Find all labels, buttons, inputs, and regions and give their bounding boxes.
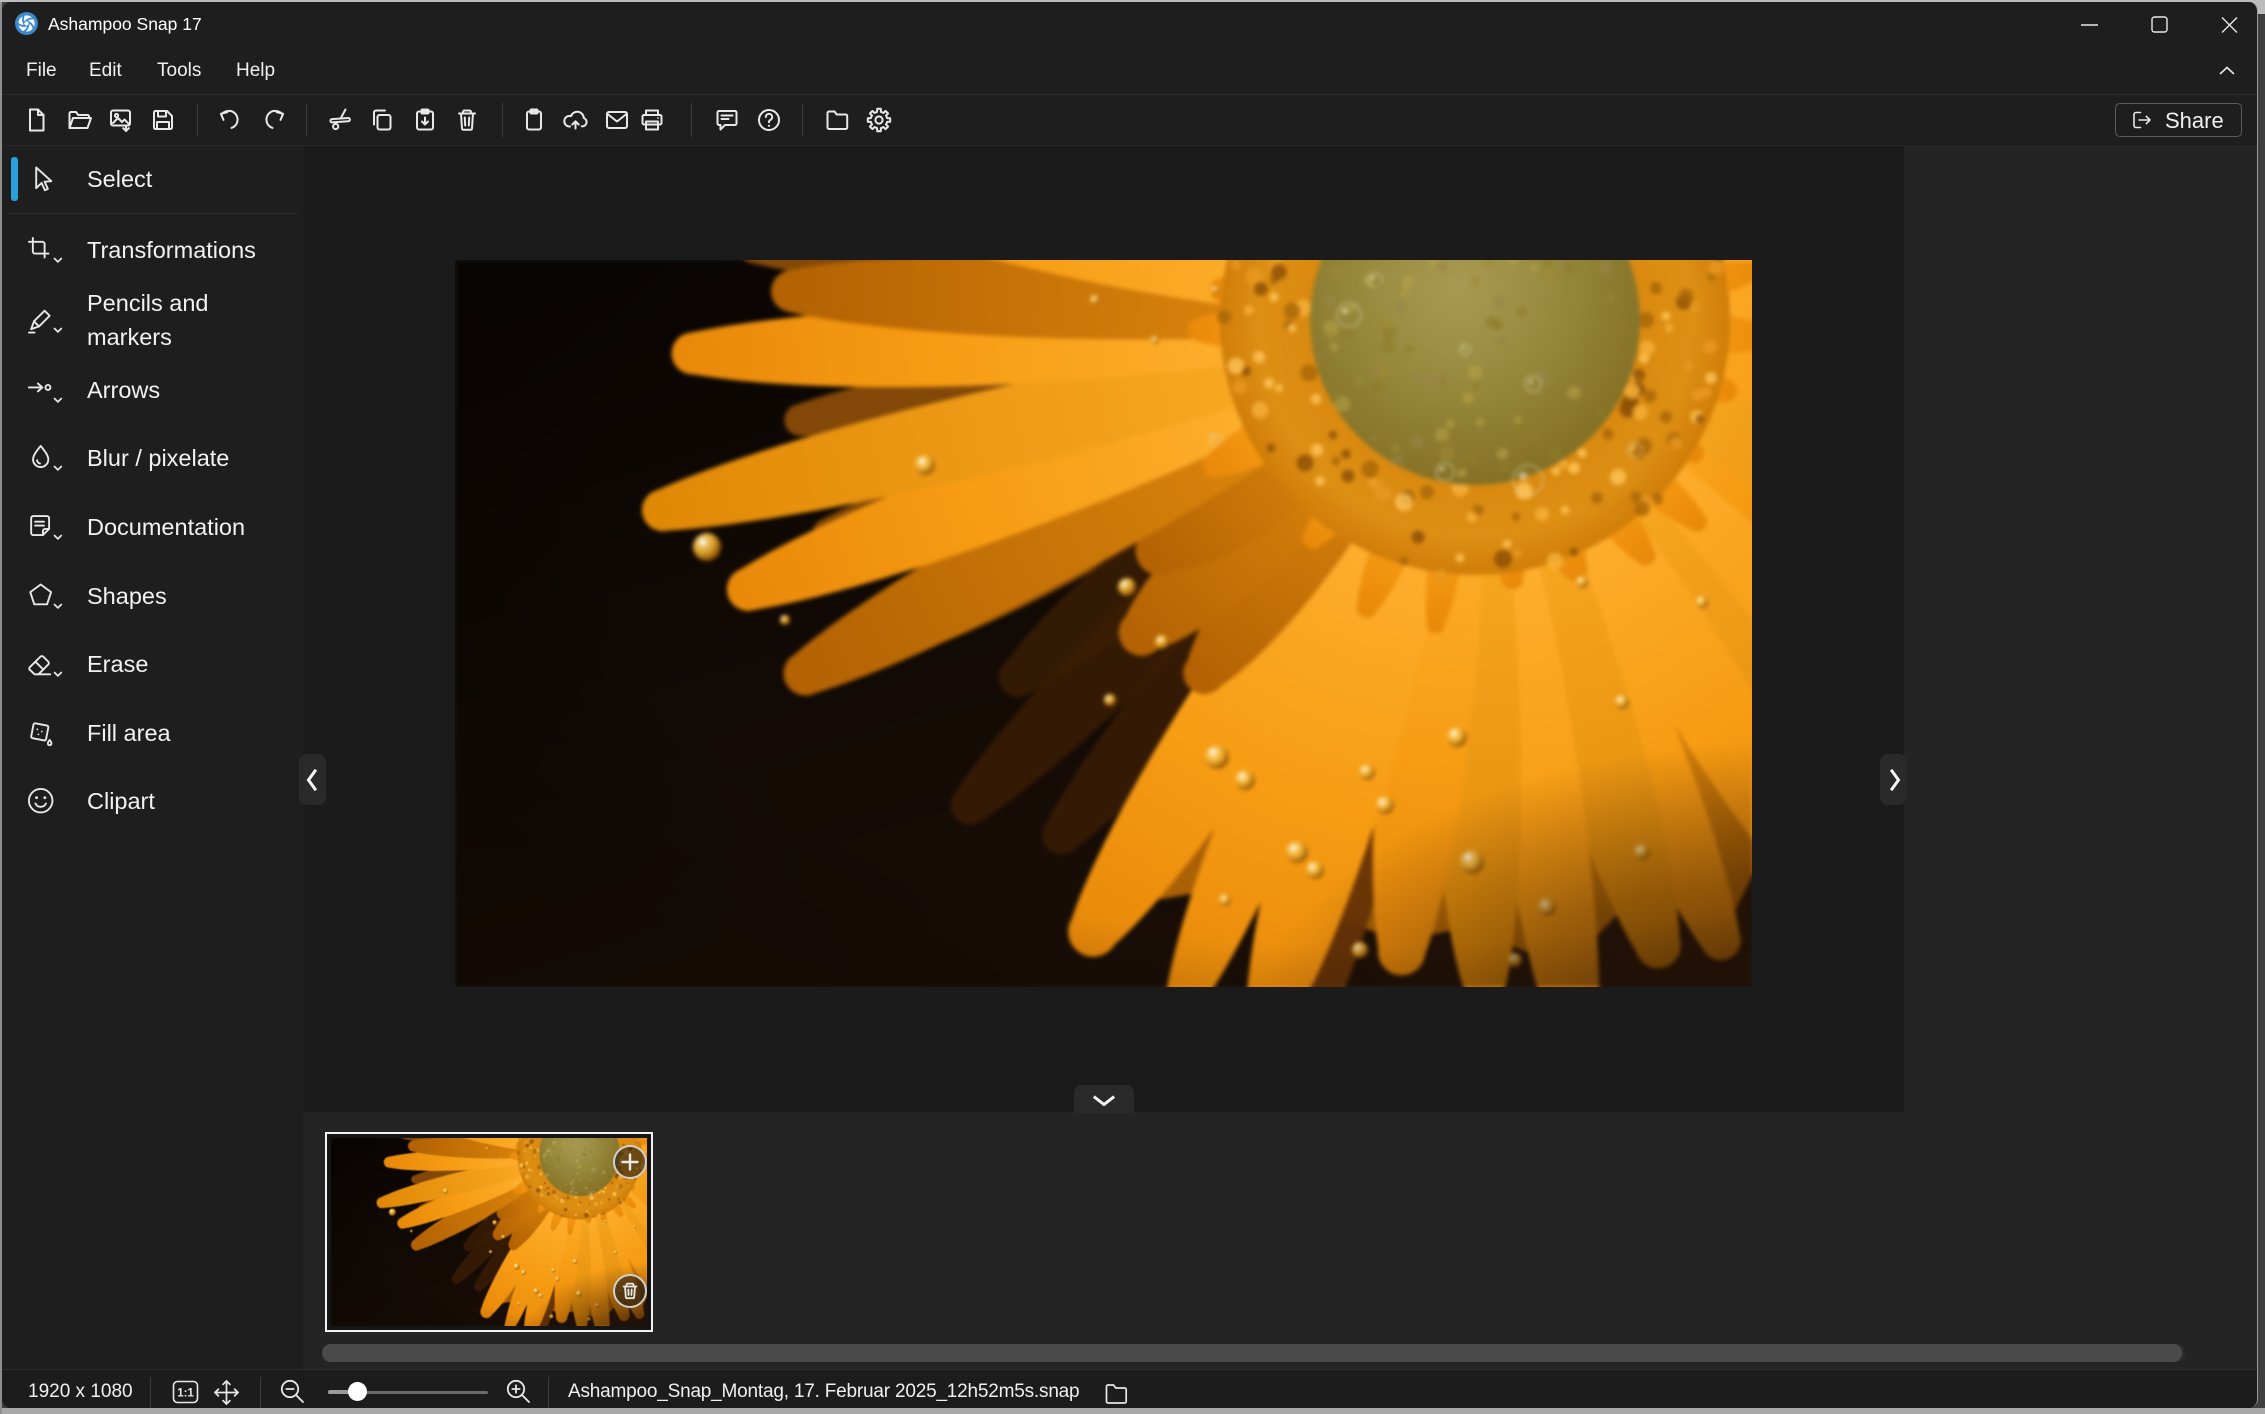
svg-text:1:1: 1:1	[177, 1388, 194, 1400]
